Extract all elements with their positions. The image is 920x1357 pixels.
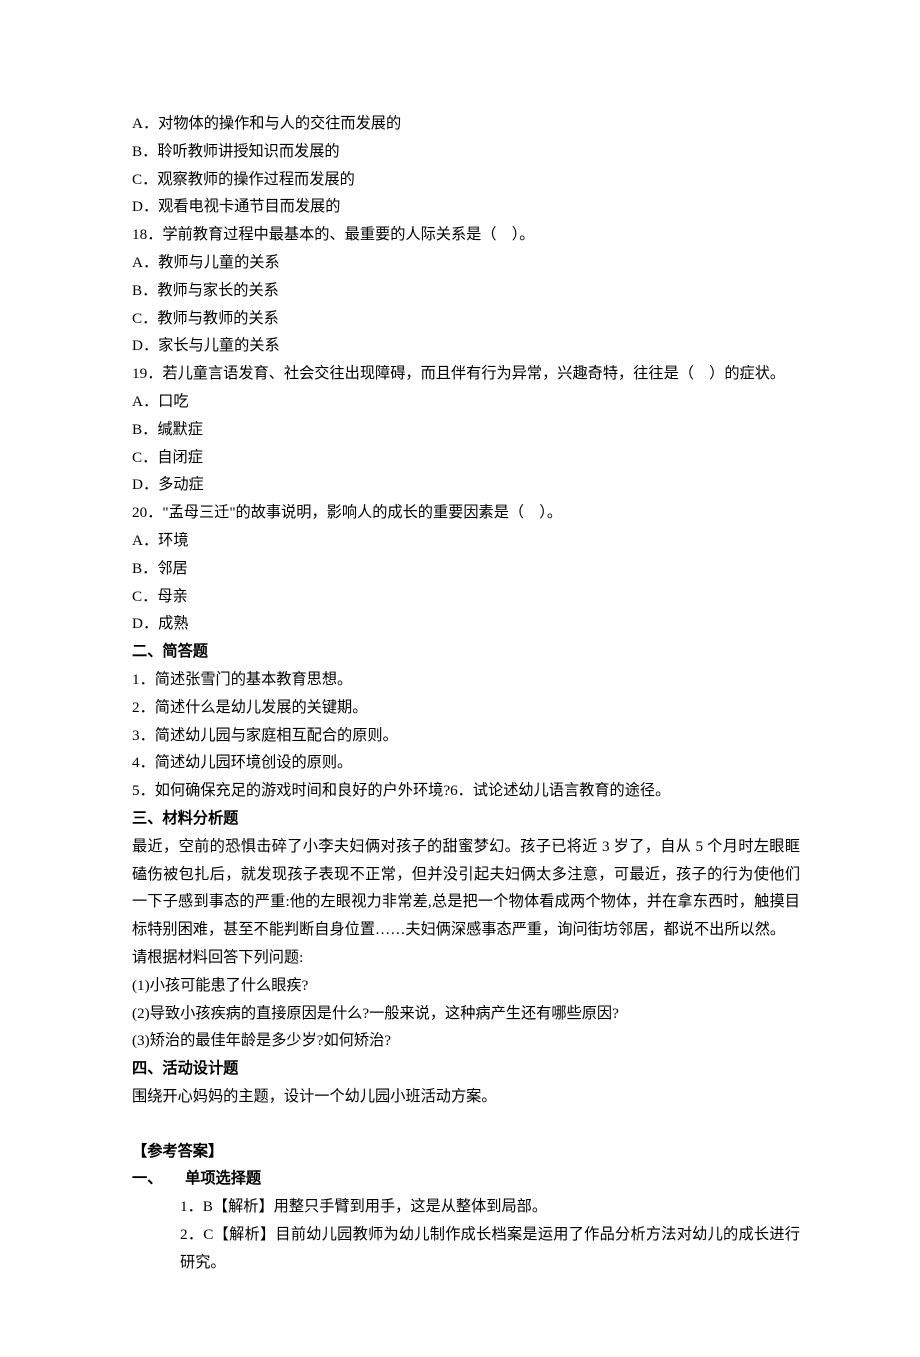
- section-4-title: 四、活动设计题: [132, 1055, 800, 1083]
- answers-section1: 一、 单项选择题: [132, 1165, 800, 1193]
- answers-heading: 【参考答案】: [132, 1138, 800, 1166]
- q18-stem: 18．学前教育过程中最基本的、最重要的人际关系是（ ）。: [132, 221, 800, 249]
- q20-option-c: C．母亲: [132, 583, 800, 611]
- short-answer-3: 3．简述幼儿园与家庭相互配合的原则。: [132, 722, 800, 750]
- section-2-title: 二、简答题: [132, 638, 800, 666]
- q17-option-a: A．对物体的操作和与人的交往而发展的: [132, 110, 800, 138]
- answer-1: 1．B【解析】用整只手臂到用手，这是从整体到局部。: [132, 1193, 800, 1221]
- material-paragraph-2: 请根据材料回答下列问题:: [132, 944, 800, 972]
- q18-option-c: C．教师与教师的关系: [132, 305, 800, 333]
- q19-option-d: D．多动症: [132, 471, 800, 499]
- short-answer-4: 4．简述幼儿园环境创设的原则。: [132, 749, 800, 777]
- answer-2: 2．C【解析】目前幼儿园教师为幼儿制作成长档案是运用了作品分析方法对幼儿的成长进…: [132, 1221, 800, 1277]
- q19-option-a: A．口吃: [132, 388, 800, 416]
- short-answer-5-6: 5．如何确保充足的游戏时间和良好的户外环境?6．试论述幼儿语言教育的途径。: [132, 777, 800, 805]
- q17-option-c: C．观察教师的操作过程而发展的: [132, 166, 800, 194]
- blank-line: [132, 1111, 800, 1138]
- q17-option-b: B．聆听教师讲授知识而发展的: [132, 138, 800, 166]
- short-answer-1: 1．简述张雪门的基本教育思想。: [132, 666, 800, 694]
- q18-option-a: A．教师与儿童的关系: [132, 249, 800, 277]
- q20-option-a: A．环境: [132, 527, 800, 555]
- material-q2: (2)导致小孩疾病的直接原因是什么?一般来说，这种病产生还有哪些原因?: [132, 1000, 800, 1028]
- q19-option-b: B．缄默症: [132, 416, 800, 444]
- material-paragraph-1: 最近，空前的恐惧击碎了小李夫妇俩对孩子的甜蜜梦幻。孩子已将近 3 岁了，自从 5…: [132, 833, 800, 944]
- document-page: A．对物体的操作和与人的交往而发展的 B．聆听教师讲授知识而发展的 C．观察教师…: [0, 0, 920, 1357]
- q20-option-d: D．成熟: [132, 610, 800, 638]
- activity-text: 围绕开心妈妈的主题，设计一个幼儿园小班活动方案。: [132, 1083, 800, 1111]
- q20-option-b: B．邻居: [132, 555, 800, 583]
- q18-option-b: B．教师与家长的关系: [132, 277, 800, 305]
- q19-option-c: C．自闭症: [132, 444, 800, 472]
- section-3-title: 三、材料分析题: [132, 805, 800, 833]
- q20-stem: 20．"孟母三迁"的故事说明，影响人的成长的重要因素是（ ）。: [132, 499, 800, 527]
- q17-option-d: D．观看电视卡通节目而发展的: [132, 193, 800, 221]
- material-q3: (3)矫治的最佳年龄是多少岁?如何矫治?: [132, 1027, 800, 1055]
- short-answer-2: 2．简述什么是幼儿发展的关键期。: [132, 694, 800, 722]
- q19-stem: 19．若儿童言语发育、社会交往出现障碍，而且伴有行为异常，兴趣奇特，往往是（ ）…: [132, 360, 800, 388]
- material-q1: (1)小孩可能患了什么眼疾?: [132, 972, 800, 1000]
- q18-option-d: D．家长与儿童的关系: [132, 332, 800, 360]
